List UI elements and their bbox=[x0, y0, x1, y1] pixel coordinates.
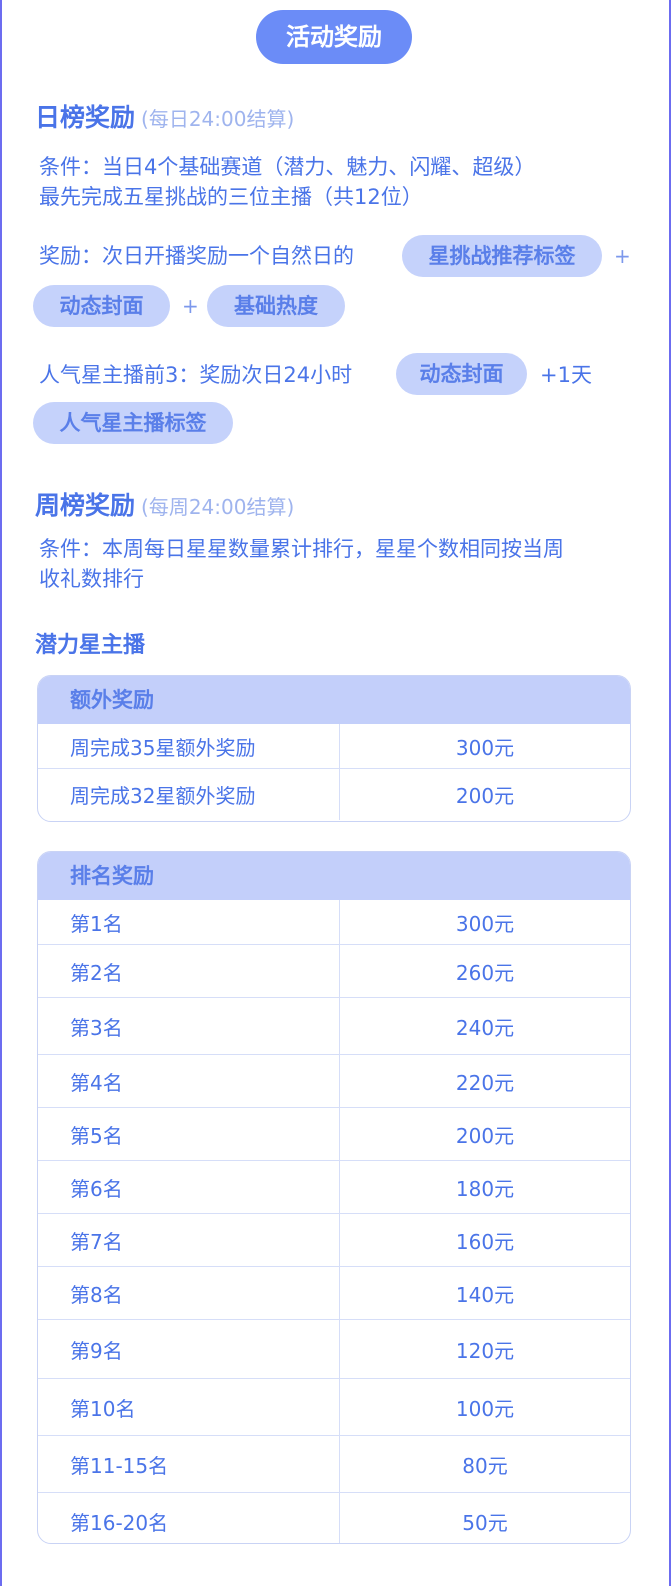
rank-reward-value: 120元 bbox=[455, 1338, 515, 1363]
weekly-rewards-title: 周榜奖励 bbox=[35, 491, 136, 520]
extra-reward-row: 周完成35星额外奖励 300元 bbox=[38, 724, 630, 768]
rank-reward-row: 第6名 180元 bbox=[38, 1160, 630, 1213]
rank-reward-label: 第1名 bbox=[38, 900, 340, 944]
rank-reward-value: 80元 bbox=[462, 1453, 508, 1478]
rank-reward-label: 第2名 bbox=[38, 945, 340, 997]
rank-reward-row: 第9名 120元 bbox=[38, 1319, 630, 1378]
potential-star-title: 潜力星主播 bbox=[35, 633, 146, 658]
rank-reward-row: 第10名 100元 bbox=[38, 1378, 630, 1435]
rank-reward-row: 第16-20名 50元 bbox=[38, 1492, 630, 1543]
rank-reward-rows: 第1名 300元第2名 260元第3名 240元第4名 220元第5名 200元第6名 18… bbox=[38, 900, 630, 1543]
rank-reward-label: 第5名 bbox=[38, 1108, 340, 1160]
rank-reward-value: 160元 bbox=[455, 1229, 515, 1254]
rank-reward-label: 第11-15名 bbox=[38, 1436, 340, 1492]
rank-reward-row: 第4名 220元 bbox=[38, 1054, 630, 1107]
rank-reward-label: 第6名 bbox=[38, 1161, 340, 1213]
rank-reward-label: 第7名 bbox=[38, 1214, 340, 1266]
rank-reward-label: 第3名 bbox=[38, 998, 340, 1054]
rank-reward-value: 100元 bbox=[455, 1396, 515, 1421]
rank-reward-table: 排名奖励 第1名 300元第2名 260元第3名 240元第4名 220元第5名 200元… bbox=[37, 851, 631, 1544]
rank-reward-label: 第4名 bbox=[38, 1055, 340, 1107]
extra-reward-row: 周完成32星额外奖励 200元 bbox=[38, 768, 630, 820]
extra-reward-value: 200元 bbox=[455, 784, 515, 808]
rank-reward-value: 240元 bbox=[455, 1015, 515, 1040]
weekly-condition-line1: 条件：本周每日星星数量累计排行，星星个数相同按当周 bbox=[39, 537, 564, 561]
daily-rewards-title: 日榜奖励 bbox=[35, 103, 136, 132]
extra-reward-label: 周完成32星额外奖励 bbox=[38, 769, 340, 820]
daily-condition-line2: 最先完成五星挑战的三位主播（共12位） bbox=[39, 185, 423, 209]
popular-reward-suffix: +1天 bbox=[540, 363, 592, 387]
rank-reward-value: 300元 bbox=[455, 911, 515, 936]
tag-dynamic-cover: 动态封面 bbox=[33, 285, 170, 327]
rank-reward-row: 第2名 260元 bbox=[38, 944, 630, 997]
weekly-settle-note: (每周24:00结算) bbox=[141, 495, 295, 519]
rank-reward-label: 第9名 bbox=[38, 1320, 340, 1378]
rank-reward-row: 第5名 200元 bbox=[38, 1107, 630, 1160]
rank-reward-row: 第8名 140元 bbox=[38, 1266, 630, 1319]
extra-reward-header: 额外奖励 bbox=[38, 676, 630, 724]
weekly-condition-line2: 收礼数排行 bbox=[39, 567, 144, 591]
rank-reward-label: 第16-20名 bbox=[38, 1493, 340, 1543]
extra-reward-table: 额外奖励 周完成35星额外奖励 300元周完成32星额外奖励 200元 bbox=[37, 675, 631, 822]
rank-reward-row: 第1名 300元 bbox=[38, 900, 630, 944]
tag-star-challenge-recommend: 星挑战推荐标签 bbox=[402, 235, 602, 277]
tag-basic-heat: 基础热度 bbox=[207, 285, 345, 327]
daily-rewards-heading: 日榜奖励 (每日24:00结算) bbox=[35, 98, 294, 134]
rank-reward-label: 第8名 bbox=[38, 1267, 340, 1319]
rank-reward-value: 260元 bbox=[455, 960, 515, 985]
tag-popular-star-anchor: 人气星主播标签 bbox=[33, 402, 233, 444]
extra-reward-value: 300元 bbox=[455, 735, 515, 760]
daily-condition-line1: 条件：当日4个基础赛道（潜力、魅力、闪耀、超级） bbox=[39, 155, 536, 179]
weekly-rewards-heading: 周榜奖励 (每周24:00结算) bbox=[35, 486, 294, 522]
tag-dynamic-cover: 动态封面 bbox=[396, 353, 527, 395]
extra-reward-rows: 周完成35星额外奖励 300元周完成32星额外奖励 200元 bbox=[38, 724, 630, 820]
rank-reward-value: 220元 bbox=[455, 1070, 515, 1095]
page-title: 活动奖励 bbox=[256, 10, 412, 64]
daily-settle-note: (每日24:00结算) bbox=[141, 107, 295, 131]
daily-reward-text: 奖励：次日开播奖励一个自然日的 bbox=[39, 244, 354, 268]
activity-rewards-panel: 活动奖励 日榜奖励 (每日24:00结算) 条件：当日4个基础赛道（潜力、魅力、闪… bbox=[0, 0, 671, 1586]
rank-reward-row: 第3名 240元 bbox=[38, 997, 630, 1054]
rank-reward-label: 第10名 bbox=[38, 1379, 340, 1435]
rank-reward-row: 第7名 160元 bbox=[38, 1213, 630, 1266]
rank-reward-value: 180元 bbox=[455, 1176, 515, 1201]
plus-sign: + bbox=[182, 294, 199, 318]
extra-reward-label: 周完成35星额外奖励 bbox=[38, 724, 340, 768]
plus-sign: + bbox=[614, 244, 631, 268]
popular-reward-text: 人气星主播前3：奖励次日24小时 bbox=[39, 363, 353, 387]
rank-reward-row: 第11-15名 80元 bbox=[38, 1435, 630, 1492]
rank-reward-value: 200元 bbox=[455, 1123, 515, 1148]
rank-reward-value: 140元 bbox=[455, 1282, 515, 1307]
rank-reward-value: 50元 bbox=[462, 1510, 508, 1535]
rank-reward-header: 排名奖励 bbox=[38, 852, 630, 900]
